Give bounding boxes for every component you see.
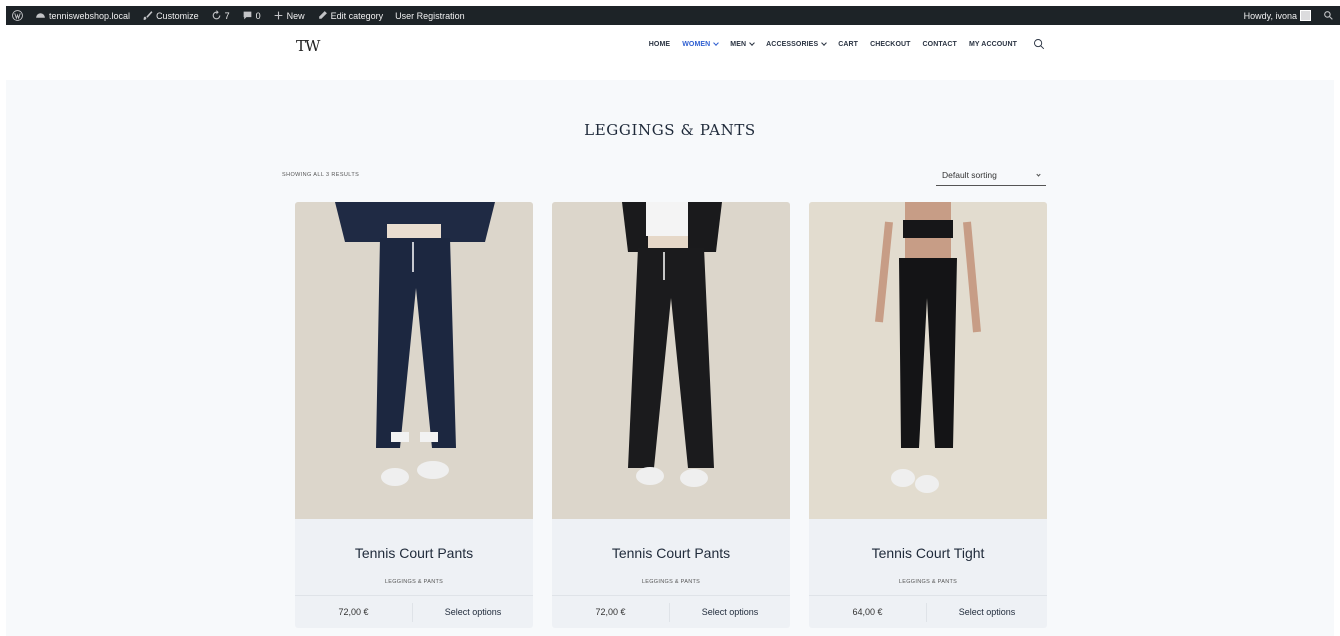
- nav-label: ACCESSORIES: [766, 40, 819, 48]
- comments-count: 0: [255, 10, 261, 21]
- edit-category-label: Edit category: [330, 10, 384, 21]
- user-registration-link[interactable]: User Registration: [389, 6, 471, 25]
- nav-label: CART: [838, 40, 859, 48]
- sorting-select[interactable]: Default sorting: [936, 165, 1046, 186]
- product-price: 72,00 €: [552, 602, 670, 622]
- nav-label: CONTACT: [922, 40, 957, 48]
- customize-label: Customize: [156, 10, 199, 21]
- nav-accessories[interactable]: ACCESSORIES: [760, 40, 832, 48]
- product-grid: Tennis Court Pants LEGGINGS & PANTS 72,0…: [295, 202, 1047, 628]
- chevron-down-icon: [821, 40, 828, 46]
- nav-home[interactable]: HOME: [643, 41, 676, 48]
- nav-my-account[interactable]: MY ACCOUNT: [963, 41, 1023, 48]
- nav-label: WOMEN: [682, 40, 711, 48]
- product-category[interactable]: LEGGINGS & PANTS: [809, 579, 1047, 585]
- brush-icon: [142, 10, 153, 21]
- updates-icon: [211, 10, 222, 21]
- product-footer: 72,00 € Select options: [295, 595, 533, 628]
- wordpress-icon: [12, 10, 23, 21]
- product-image[interactable]: [295, 202, 533, 519]
- nav-cart[interactable]: CART: [832, 41, 864, 48]
- product-title[interactable]: Tennis Court Pants: [552, 545, 790, 561]
- product-footer: 72,00 € Select options: [552, 595, 790, 628]
- product-category[interactable]: LEGGINGS & PANTS: [295, 579, 533, 585]
- product-card[interactable]: Tennis Court Pants LEGGINGS & PANTS 72,0…: [552, 202, 790, 628]
- nav-men[interactable]: MEN: [724, 40, 760, 48]
- updates-link[interactable]: 7: [205, 6, 236, 25]
- nav-contact[interactable]: CONTACT: [917, 41, 963, 48]
- new-label: New: [286, 10, 305, 21]
- product-title[interactable]: Tennis Court Tight: [809, 545, 1047, 561]
- product-card[interactable]: Tennis Court Pants LEGGINGS & PANTS 72,0…: [295, 202, 533, 628]
- plus-icon: [273, 10, 284, 21]
- select-options-button[interactable]: Select options: [670, 607, 790, 617]
- product-title[interactable]: Tennis Court Pants: [295, 545, 533, 561]
- my-account-link[interactable]: Howdy, ivona: [1238, 6, 1317, 25]
- nav-checkout[interactable]: CHECKOUT: [864, 41, 916, 48]
- dashboard-icon: [35, 10, 46, 21]
- nav-label: MEN: [730, 40, 747, 48]
- product-footer: 64,00 € Select options: [809, 595, 1047, 628]
- customize-link[interactable]: Customize: [136, 6, 205, 25]
- product-price: 64,00 €: [809, 602, 927, 622]
- comment-icon: [242, 10, 253, 21]
- nav-label: HOME: [648, 40, 671, 48]
- select-options-button[interactable]: Select options: [927, 607, 1047, 617]
- wordpress-logo-button[interactable]: [6, 6, 29, 25]
- site-header: TW HOME WOMEN MEN ACCESSORIES CART CHECK…: [0, 25, 1340, 80]
- shop-content: LEGGINGS & PANTS SHOWING ALL 3 RESULTS D…: [6, 80, 1334, 636]
- wp-admin-bar: tenniswebshop.local Customize 7 0 New Ed…: [6, 6, 1340, 25]
- updates-count: 7: [224, 10, 230, 21]
- main-navigation: HOME WOMEN MEN ACCESSORIES CART CHECKOUT…: [643, 37, 1045, 51]
- avatar: [1300, 10, 1311, 21]
- product-category[interactable]: LEGGINGS & PANTS: [552, 579, 790, 585]
- product-card[interactable]: Tennis Court Tight LEGGINGS & PANTS 64,0…: [809, 202, 1047, 628]
- site-logo[interactable]: TW: [296, 37, 320, 55]
- product-image[interactable]: [552, 202, 790, 519]
- product-image[interactable]: [809, 202, 1047, 519]
- edit-category-link[interactable]: Edit category: [311, 6, 390, 25]
- chevron-down-icon: [713, 40, 720, 46]
- admin-search-button[interactable]: [1317, 6, 1340, 25]
- site-name-label: tenniswebshop.local: [49, 10, 131, 21]
- nav-label: MY ACCOUNT: [968, 40, 1017, 48]
- nav-label: CHECKOUT: [870, 40, 911, 48]
- user-registration-label: User Registration: [395, 10, 465, 21]
- site-name-link[interactable]: tenniswebshop.local: [29, 6, 136, 25]
- nav-women[interactable]: WOMEN: [676, 40, 724, 48]
- sorting-value: Default sorting: [942, 170, 997, 180]
- product-price: 72,00 €: [295, 602, 413, 622]
- new-content-link[interactable]: New: [267, 6, 311, 25]
- select-options-button[interactable]: Select options: [413, 607, 533, 617]
- comments-link[interactable]: 0: [236, 6, 267, 25]
- result-count: SHOWING ALL 3 RESULTS: [282, 172, 360, 178]
- search-icon[interactable]: [1033, 38, 1045, 50]
- chevron-down-icon: [749, 40, 755, 46]
- search-icon: [1323, 10, 1334, 21]
- chevron-down-icon: [1036, 171, 1041, 177]
- howdy-label: Howdy, ivona: [1243, 10, 1297, 21]
- pencil-icon: [317, 10, 328, 21]
- page-title: LEGGINGS & PANTS: [584, 121, 756, 139]
